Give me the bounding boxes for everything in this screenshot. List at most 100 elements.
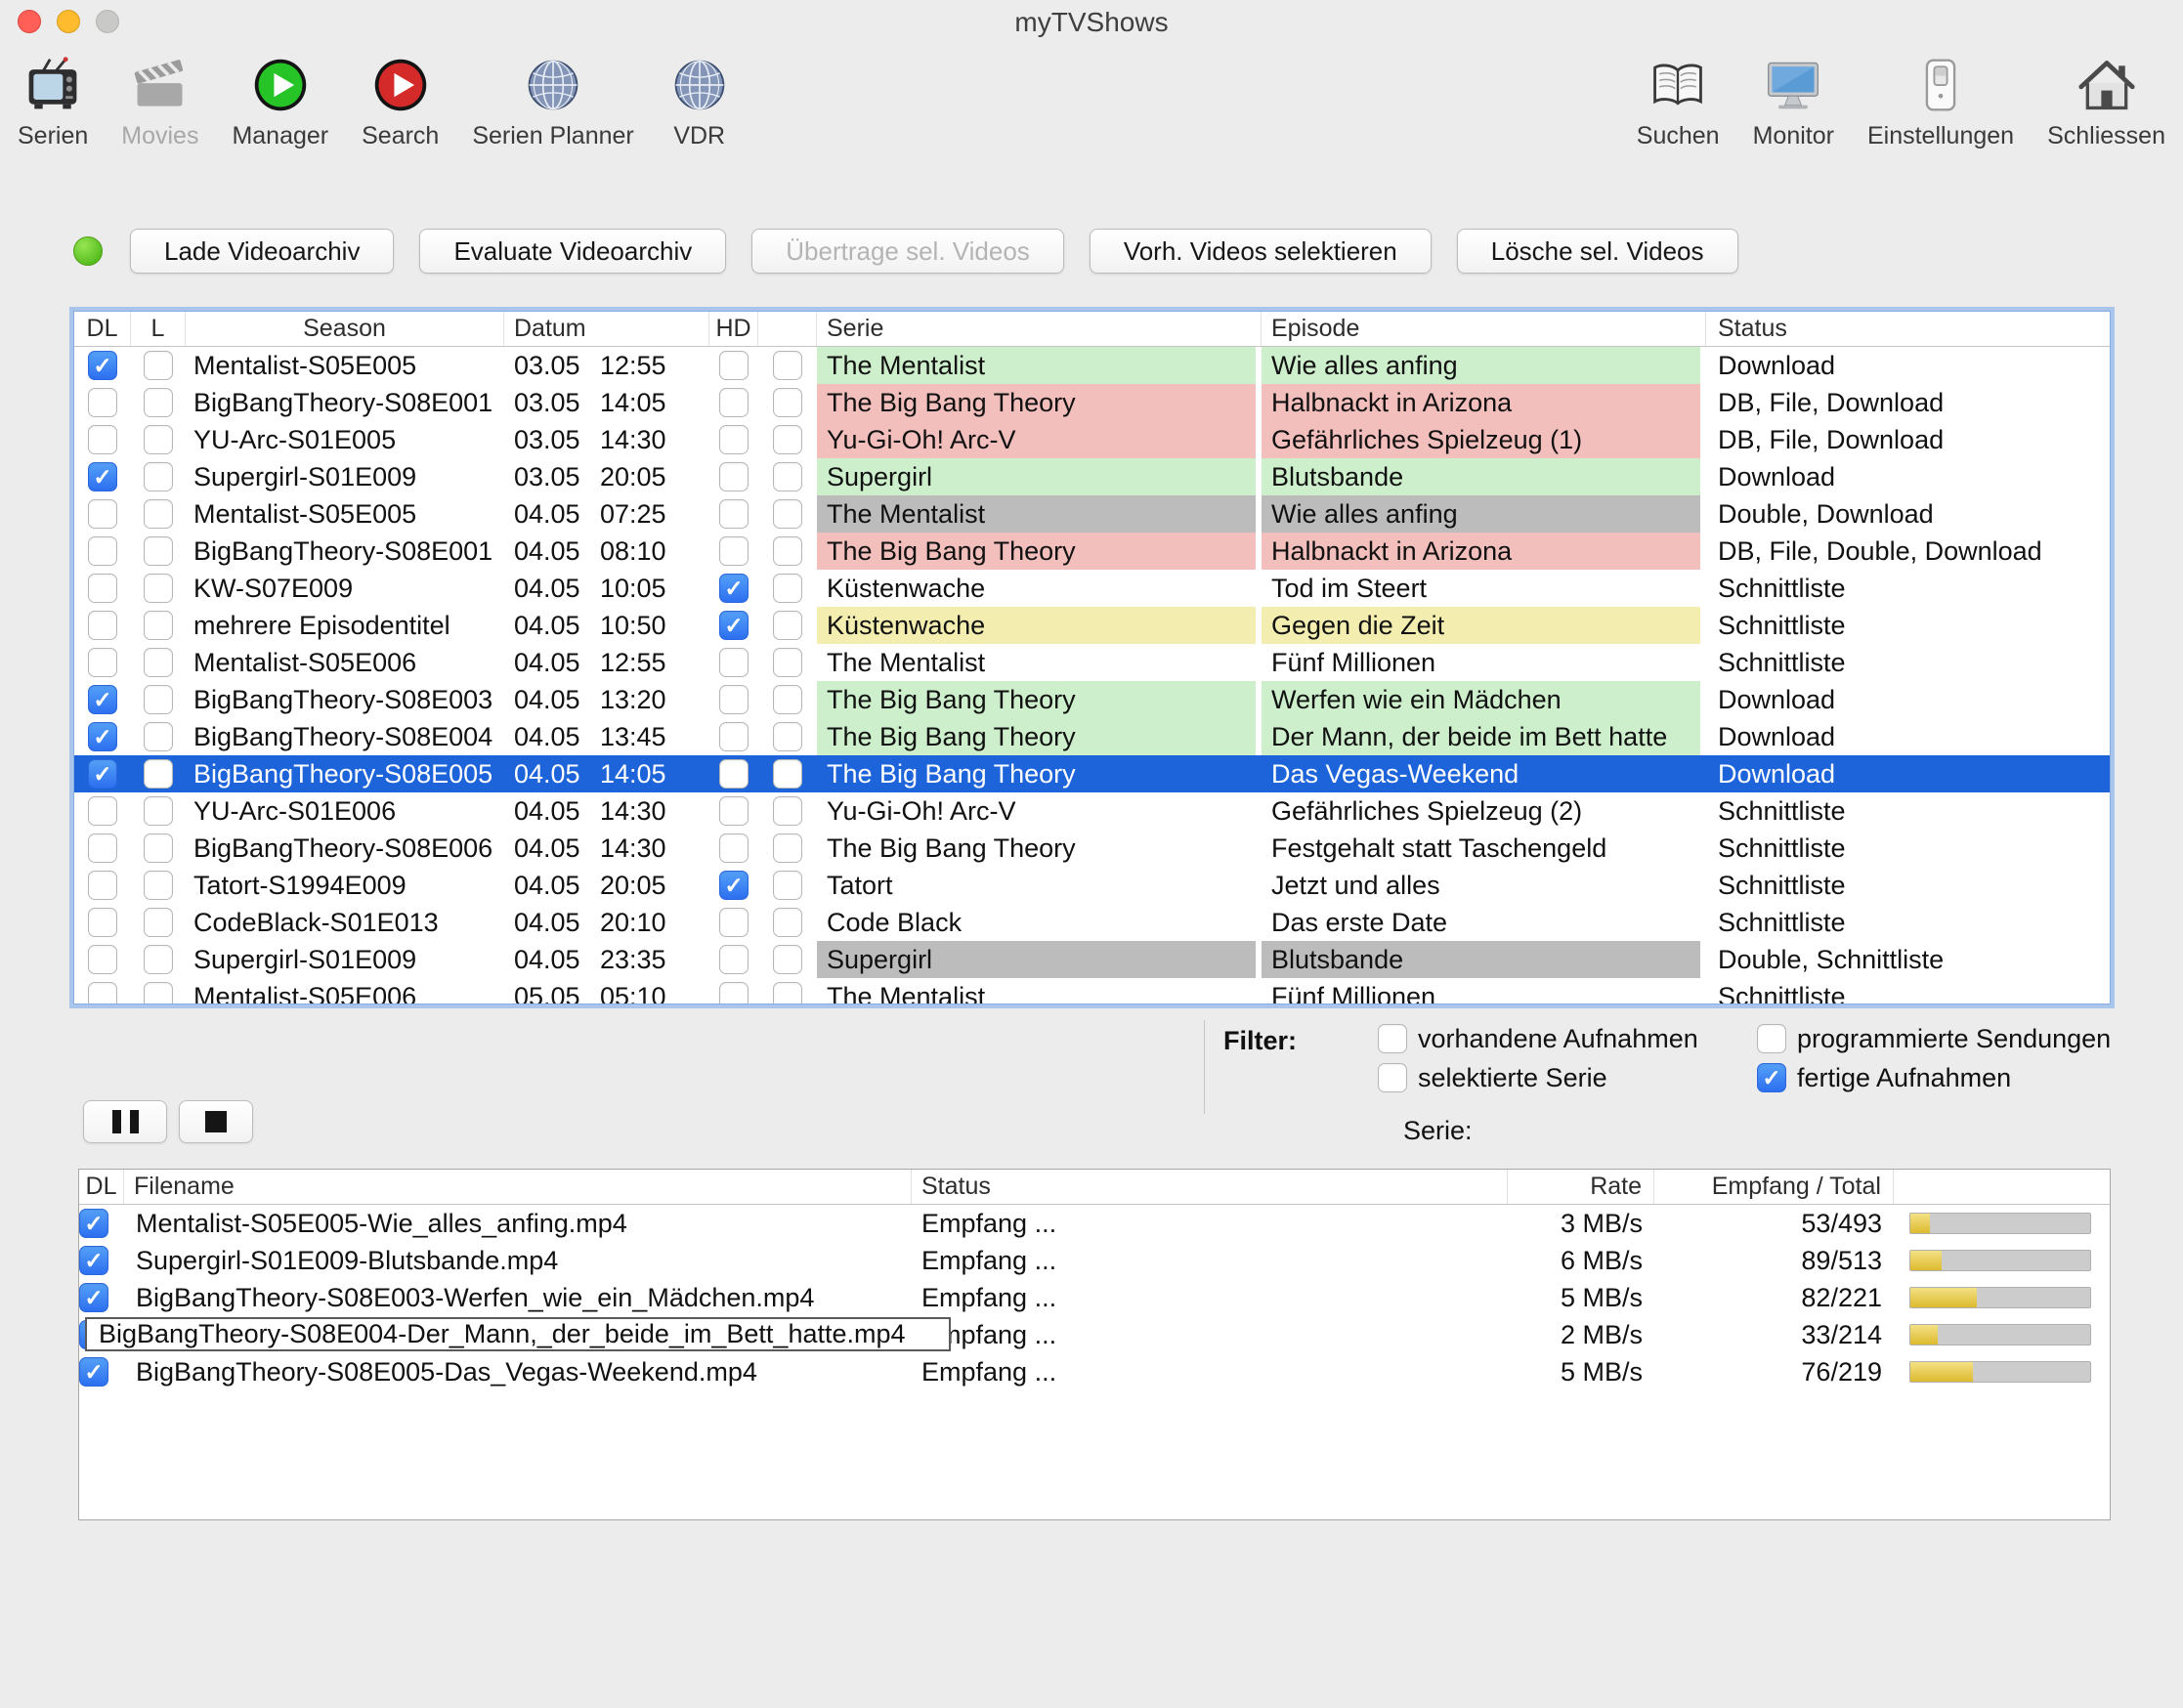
action-button-evaluate-videoarchiv[interactable]: Evaluate Videoarchiv [419, 229, 726, 274]
download-checkbox[interactable] [88, 759, 117, 789]
hd-checkbox[interactable] [719, 982, 749, 1003]
header-episode[interactable]: Episode [1262, 312, 1706, 346]
extra-checkbox[interactable] [773, 685, 802, 714]
download-checkbox[interactable] [88, 351, 117, 380]
episode-row[interactable]: Mentalist-S05E00604.0512:55The Mentalist… [74, 644, 2110, 681]
checkbox[interactable] [1378, 1024, 1407, 1053]
minimize-window-button[interactable] [57, 10, 80, 33]
hd-checkbox[interactable] [719, 611, 749, 640]
episode-row[interactable]: BigBangTheory-S08E00104.0508:10The Big B… [74, 533, 2110, 570]
extra-checkbox[interactable] [773, 759, 802, 789]
filter-checkbox-selektierte-serie[interactable]: selektierte Serie [1378, 1061, 1607, 1094]
extra-checkbox[interactable] [773, 611, 802, 640]
download-checkbox[interactable] [88, 685, 117, 714]
l-checkbox[interactable] [144, 574, 173, 603]
extra-checkbox[interactable] [773, 722, 802, 751]
header-empfang-total[interactable]: Empfang / Total [1654, 1170, 1894, 1204]
download-checkbox[interactable] [88, 722, 117, 751]
hd-checkbox[interactable] [719, 536, 749, 566]
toolbar-item-manager[interactable]: Manager [232, 47, 328, 150]
stop-button[interactable] [179, 1100, 253, 1143]
extra-checkbox[interactable] [773, 425, 802, 454]
hd-checkbox[interactable] [719, 685, 749, 714]
l-checkbox[interactable] [144, 648, 173, 677]
episode-row[interactable]: BigBangTheory-S08E00404.0513:45The Big B… [74, 718, 2110, 755]
extra-checkbox[interactable] [773, 908, 802, 937]
episode-row[interactable]: Mentalist-S05E00504.0507:25The Mentalist… [74, 495, 2110, 533]
header-extra[interactable] [758, 312, 817, 346]
checkbox[interactable] [1757, 1063, 1786, 1092]
hd-checkbox[interactable] [719, 388, 749, 417]
toolbar-item-suchen[interactable]: Suchen [1637, 47, 1720, 150]
download-file-checkbox[interactable] [79, 1357, 108, 1387]
toolbar-item-serien[interactable]: Serien [18, 47, 88, 150]
header-datum[interactable]: Datum [504, 312, 709, 346]
action-button-l-sche-sel-videos[interactable]: Lösche sel. Videos [1457, 229, 1738, 274]
download-checkbox[interactable] [88, 908, 117, 937]
download-checkbox[interactable] [88, 796, 117, 826]
episode-row[interactable]: Supergirl-S01E00903.0520:05SupergirlBlut… [74, 458, 2110, 495]
l-checkbox[interactable] [144, 908, 173, 937]
l-checkbox[interactable] [144, 536, 173, 566]
toolbar-item-monitor[interactable]: Monitor [1753, 47, 1834, 150]
episode-row[interactable]: BigBangTheory-S08E00103.0514:05The Big B… [74, 384, 2110, 421]
filter-checkbox-fertige-aufnahmen[interactable]: fertige Aufnahmen [1757, 1061, 2011, 1094]
l-checkbox[interactable] [144, 982, 173, 1003]
hd-checkbox[interactable] [719, 574, 749, 603]
l-checkbox[interactable] [144, 759, 173, 789]
download-row[interactable]: BigBangTheory-S08E003-Werfen_wie_ein_Mäd… [79, 1279, 2110, 1316]
zoom-window-button[interactable] [96, 10, 119, 33]
download-checkbox[interactable] [88, 536, 117, 566]
l-checkbox[interactable] [144, 871, 173, 900]
extra-checkbox[interactable] [773, 536, 802, 566]
extra-checkbox[interactable] [773, 499, 802, 529]
download-checkbox[interactable] [88, 425, 117, 454]
hd-checkbox[interactable] [719, 462, 749, 491]
l-checkbox[interactable] [144, 796, 173, 826]
download-checkbox[interactable] [88, 462, 117, 491]
l-checkbox[interactable] [144, 462, 173, 491]
download-checkbox[interactable] [88, 833, 117, 863]
filter-checkbox-vorhandene-aufnahmen[interactable]: vorhandene Aufnahmen [1378, 1022, 1698, 1055]
toolbar-item-einstellungen[interactable]: Einstellungen [1867, 47, 2014, 150]
download-checkbox[interactable] [88, 388, 117, 417]
download-row[interactable]: BigBangTheory-S08E004-Der_Mann,_der_beid… [79, 1316, 2110, 1353]
download-file-checkbox[interactable] [79, 1209, 108, 1238]
l-checkbox[interactable] [144, 833, 173, 863]
extra-checkbox[interactable] [773, 982, 802, 1003]
header-download-dl[interactable]: DL [79, 1170, 124, 1204]
action-button-lade-videoarchiv[interactable]: Lade Videoarchiv [130, 229, 394, 274]
hd-checkbox[interactable] [719, 722, 749, 751]
header-rate[interactable]: Rate [1508, 1170, 1654, 1204]
l-checkbox[interactable] [144, 945, 173, 974]
extra-checkbox[interactable] [773, 833, 802, 863]
l-checkbox[interactable] [144, 425, 173, 454]
l-checkbox[interactable] [144, 685, 173, 714]
toolbar-item-search[interactable]: Search [362, 47, 439, 150]
l-checkbox[interactable] [144, 611, 173, 640]
hd-checkbox[interactable] [719, 871, 749, 900]
download-checkbox[interactable] [88, 499, 117, 529]
extra-checkbox[interactable] [773, 796, 802, 826]
l-checkbox[interactable] [144, 499, 173, 529]
extra-checkbox[interactable] [773, 871, 802, 900]
episode-row[interactable]: BigBangTheory-S08E00604.0514:30The Big B… [74, 830, 2110, 867]
download-row[interactable]: BigBangTheory-S08E005-Das_Vegas-Weekend.… [79, 1353, 2110, 1390]
episode-row[interactable]: Supergirl-S01E00904.0523:35SupergirlBlut… [74, 941, 2110, 978]
checkbox[interactable] [1757, 1024, 1786, 1053]
l-checkbox[interactable] [144, 388, 173, 417]
hd-checkbox[interactable] [719, 796, 749, 826]
header-season[interactable]: Season [186, 312, 504, 346]
action-button-vorh-videos-selektieren[interactable]: Vorh. Videos selektieren [1090, 229, 1432, 274]
pause-button[interactable] [83, 1100, 167, 1143]
episode-row[interactable]: YU-Arc-S01E00503.0514:30Yu-Gi-Oh! Arc-VG… [74, 421, 2110, 458]
toolbar-item-vdr[interactable]: VDR [667, 47, 732, 150]
extra-checkbox[interactable] [773, 351, 802, 380]
l-checkbox[interactable] [144, 722, 173, 751]
hd-checkbox[interactable] [719, 833, 749, 863]
hd-checkbox[interactable] [719, 759, 749, 789]
download-file-checkbox[interactable] [79, 1246, 108, 1275]
filter-checkbox-programmierte-sendungen[interactable]: programmierte Sendungen [1757, 1022, 2111, 1055]
episode-row[interactable]: BigBangTheory-S08E00504.0514:05The Big B… [74, 755, 2110, 792]
hd-checkbox[interactable] [719, 648, 749, 677]
